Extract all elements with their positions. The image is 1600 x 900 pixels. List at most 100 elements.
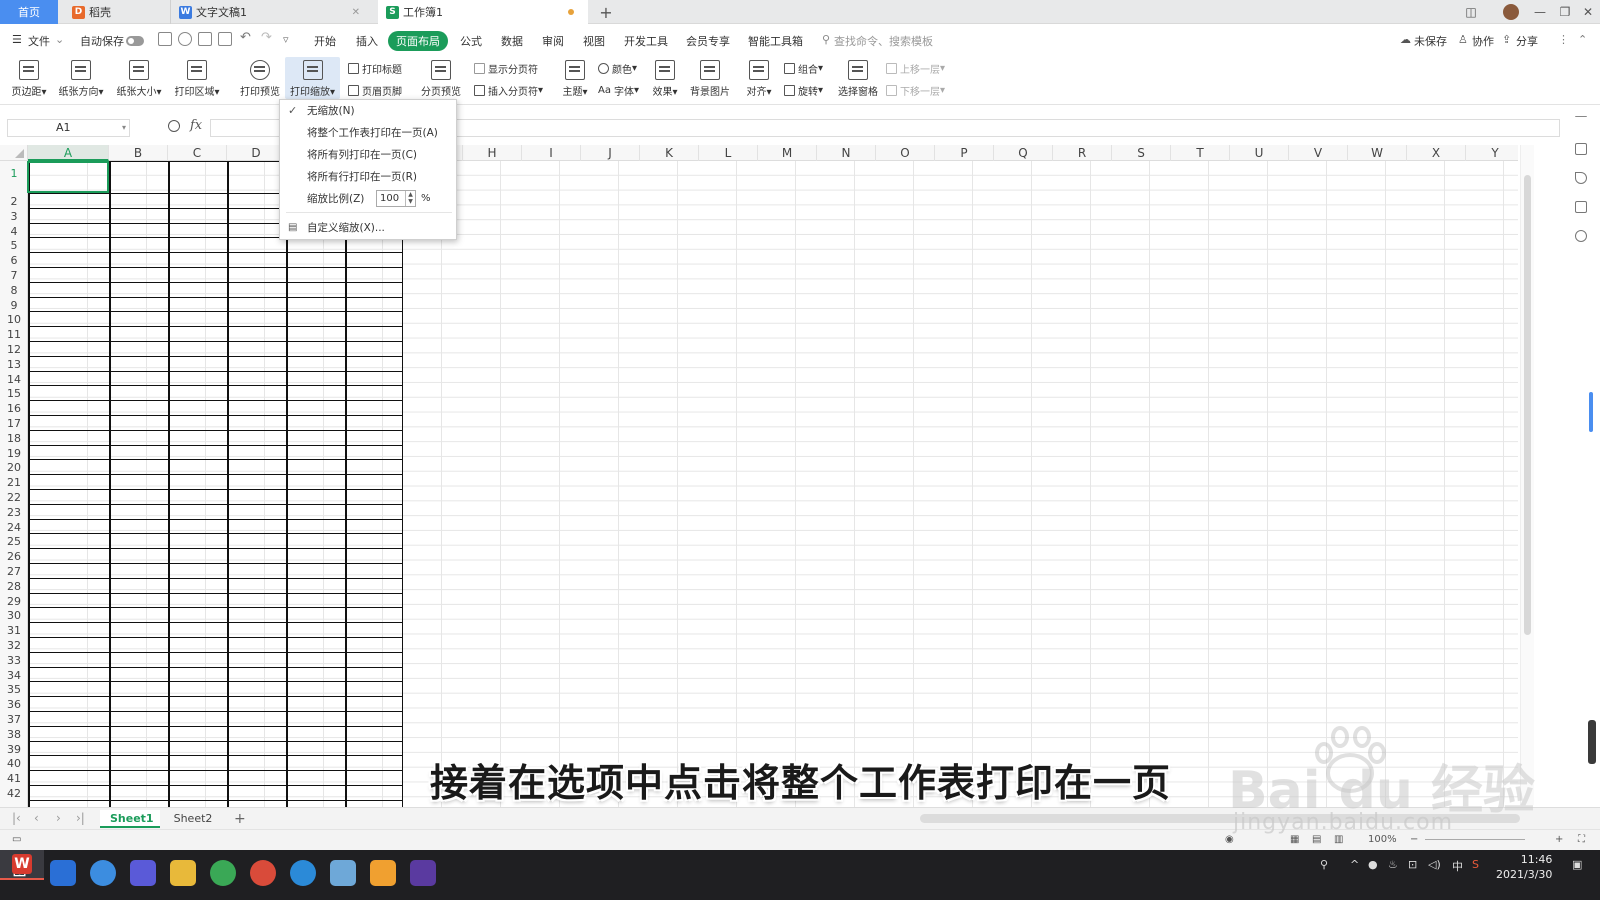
tab-document[interactable]: W 文字文稿1 ✕: [170, 0, 370, 24]
zoom-in-icon[interactable]: +: [1555, 834, 1563, 845]
row-header-20[interactable]: 20: [0, 461, 27, 474]
row-header-27[interactable]: 27: [0, 565, 27, 578]
print-icon[interactable]: [198, 32, 212, 46]
print-area-button[interactable]: 打印区域▾: [172, 60, 222, 98]
ime-indicator[interactable]: 中: [1452, 858, 1463, 874]
app-icon-4[interactable]: [330, 860, 356, 886]
align-button[interactable]: 对齐▾: [744, 60, 774, 98]
print-scale-button[interactable]: 打印缩放▾: [285, 57, 340, 99]
tab-workbook[interactable]: S 工作簿1: [378, 0, 588, 24]
header-footer-button[interactable]: 页眉页脚: [348, 83, 402, 98]
row-header-13[interactable]: 13: [0, 358, 27, 371]
menu-member[interactable]: 会员专享: [686, 33, 730, 49]
row-header-41[interactable]: 41: [0, 772, 27, 785]
print-preview-button[interactable]: 打印预览: [238, 60, 282, 98]
row-header-32[interactable]: 32: [0, 639, 27, 652]
column-header-J[interactable]: J: [581, 145, 640, 161]
column-header-A[interactable]: A: [28, 145, 109, 161]
tray-app2-icon[interactable]: ♨: [1388, 858, 1398, 871]
hamburger-icon[interactable]: ☰: [12, 33, 22, 46]
show-page-breaks-checkbox[interactable]: 显示分页符: [474, 61, 538, 76]
row-header-29[interactable]: 29: [0, 595, 27, 608]
menu-view[interactable]: 视图: [583, 33, 605, 49]
row-header-24[interactable]: 24: [0, 521, 27, 534]
file-explorer-icon[interactable]: [170, 860, 196, 886]
row-header-40[interactable]: 40: [0, 757, 27, 770]
row-header-12[interactable]: 12: [0, 343, 27, 356]
zoom-out-icon[interactable]: −: [1410, 834, 1418, 845]
row-header-31[interactable]: 31: [0, 624, 27, 637]
macro-icon[interactable]: ▭: [12, 834, 21, 845]
app-icon-2[interactable]: [90, 860, 116, 886]
chevron-down-icon[interactable]: ▾: [122, 120, 126, 136]
app-icon-3[interactable]: [130, 860, 156, 886]
row-header-35[interactable]: 35: [0, 683, 27, 696]
bring-forward-button[interactable]: 上移一层 ▾: [886, 61, 945, 76]
row-header-18[interactable]: 18: [0, 432, 27, 445]
column-header-U[interactable]: U: [1230, 145, 1289, 161]
column-header-D[interactable]: D: [227, 145, 286, 161]
collapse-icon[interactable]: [1575, 116, 1587, 118]
eye-icon[interactable]: ◉: [1225, 834, 1234, 845]
column-header-R[interactable]: R: [1053, 145, 1112, 161]
sogou-icon[interactable]: S: [1472, 858, 1479, 871]
column-header-P[interactable]: P: [935, 145, 994, 161]
margins-button[interactable]: 页边距▾: [8, 60, 50, 98]
select-all-corner[interactable]: [0, 145, 28, 161]
app-icon-5[interactable]: [370, 860, 396, 886]
fonts-button[interactable]: Aa 字体 ▾: [598, 83, 639, 98]
print-preview-icon[interactable]: [218, 32, 232, 46]
row-header-23[interactable]: 23: [0, 506, 27, 519]
colors-button[interactable]: 颜色 ▾: [598, 61, 637, 76]
crop-icon[interactable]: [1575, 201, 1587, 213]
last-sheet-icon[interactable]: ›|: [76, 811, 85, 825]
redo-icon[interactable]: ↷: [261, 30, 272, 45]
column-header-N[interactable]: N: [817, 145, 876, 161]
column-header-K[interactable]: K: [640, 145, 699, 161]
vertical-scrollbar[interactable]: [1520, 145, 1534, 805]
column-header-B[interactable]: B: [109, 145, 168, 161]
active-cell[interactable]: [27, 161, 109, 193]
zoom-slider[interactable]: [1425, 839, 1525, 840]
unsaved-button[interactable]: 未保存: [1414, 33, 1447, 49]
collaborate-button[interactable]: 协作: [1472, 33, 1494, 49]
send-backward-button[interactable]: 下移一层 ▾: [886, 83, 945, 98]
normal-view-icon[interactable]: ▦: [1290, 834, 1299, 845]
row-header-7[interactable]: 7: [0, 269, 27, 282]
menu-formulas[interactable]: 公式: [460, 33, 482, 49]
menu-item-fit-columns[interactable]: 将所有列打印在一页(C): [280, 145, 456, 165]
menu-start[interactable]: 开始: [314, 33, 336, 49]
group-button[interactable]: 组合 ▾: [784, 61, 823, 76]
paper-size-button[interactable]: 纸张大小▾: [114, 60, 164, 98]
chevron-down-icon[interactable]: ⌄: [55, 33, 64, 46]
row-header-30[interactable]: 30: [0, 609, 27, 622]
row-header-3[interactable]: 3: [0, 210, 27, 223]
row-header-17[interactable]: 17: [0, 417, 27, 430]
side-handle[interactable]: [1588, 720, 1596, 764]
close-window-icon[interactable]: ✕: [1578, 0, 1598, 24]
row-header-25[interactable]: 25: [0, 535, 27, 548]
autosave-toggle[interactable]: [126, 36, 144, 46]
tab-daoke[interactable]: D 稻壳: [64, 0, 166, 24]
column-header-C[interactable]: C: [168, 145, 227, 161]
row-header-28[interactable]: 28: [0, 580, 27, 593]
row-header-38[interactable]: 38: [0, 728, 27, 741]
row-header-19[interactable]: 19: [0, 447, 27, 460]
effects-button[interactable]: 效果▾: [648, 60, 682, 98]
layout-icon[interactable]: ◫: [1460, 0, 1482, 24]
add-sheet-button[interactable]: +: [224, 810, 256, 828]
properties-icon[interactable]: [1575, 143, 1587, 155]
column-header-M[interactable]: M: [758, 145, 817, 161]
fx-icon[interactable]: fx: [190, 118, 202, 133]
row-header-21[interactable]: 21: [0, 476, 27, 489]
zoom-icon[interactable]: [168, 120, 180, 132]
prev-sheet-icon[interactable]: ‹: [34, 811, 39, 825]
column-header-W[interactable]: W: [1348, 145, 1407, 161]
more-icon[interactable]: ⋮: [1558, 33, 1569, 46]
zoom-level[interactable]: 100%: [1368, 834, 1397, 845]
undo-icon[interactable]: ↶: [240, 30, 251, 45]
row-header-36[interactable]: 36: [0, 698, 27, 711]
page-layout-view-icon[interactable]: ▤: [1312, 834, 1321, 845]
command-search[interactable]: 查找命令、搜索模板: [834, 33, 933, 49]
format-painter-icon[interactable]: [178, 32, 192, 46]
